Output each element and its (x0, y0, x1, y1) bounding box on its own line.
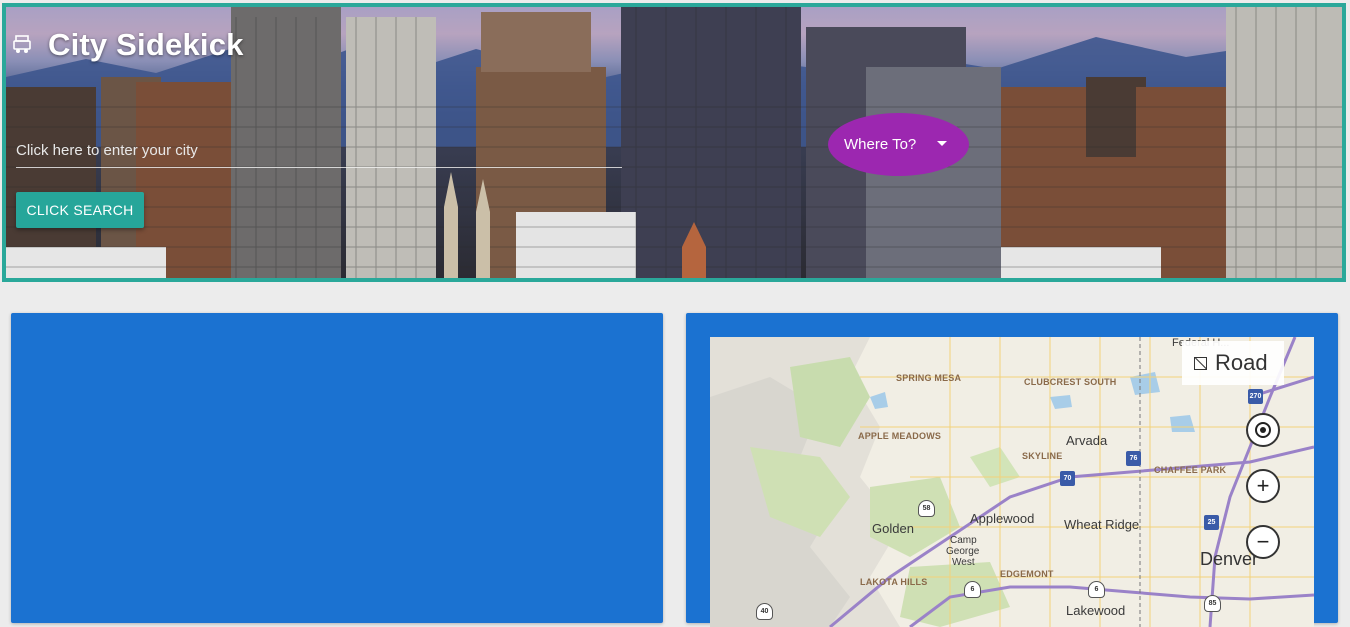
map[interactable]: SPRING MESA CLUBCREST SOUTH APPLE MEADOW… (710, 337, 1314, 627)
locate-me-button[interactable] (1246, 413, 1280, 447)
highway-shield: 40 (756, 603, 773, 620)
map-label: EDGEMONT (1000, 569, 1054, 579)
zoom-in-button[interactable]: + (1246, 469, 1280, 503)
map-label: Golden (872, 521, 914, 536)
map-style-road-button[interactable]: Road (1182, 341, 1284, 385)
highway-shield: 6 (1088, 581, 1105, 598)
map-label: West (952, 557, 975, 568)
map-label: CHAFFEE PARK (1154, 465, 1227, 475)
search-button[interactable]: CLICK SEARCH (16, 192, 144, 228)
map-label: George (946, 546, 980, 557)
map-label: SPRING MESA (896, 373, 962, 383)
map-style-label: Road (1215, 350, 1268, 375)
where-to-label: Where To? (844, 136, 917, 153)
map-label: APPLE MEADOWS (858, 431, 942, 441)
caret-down-icon (937, 141, 947, 146)
brand: City Sidekick (12, 27, 244, 63)
where-to-dropdown[interactable]: Where To? (828, 113, 969, 176)
results-panel (11, 313, 663, 623)
city-search-input[interactable] (16, 133, 622, 168)
hero-banner: City Sidekick CLICK SEARCH Where To? (2, 3, 1346, 282)
car-icon (13, 35, 31, 53)
map-label: SKYLINE (1022, 451, 1063, 461)
map-label: CLUBCREST SOUTH (1024, 377, 1117, 387)
highway-shield: 270 (1248, 389, 1263, 404)
app-title: City Sidekick (48, 27, 244, 62)
map-panel: SPRING MESA CLUBCREST SOUTH APPLE MEADOW… (686, 313, 1338, 627)
map-label: Camp (950, 535, 977, 546)
highway-shield: 6 (964, 581, 981, 598)
highway-shield: 70 (1060, 471, 1075, 486)
zoom-out-button[interactable]: − (1246, 525, 1280, 559)
map-label: Applewood (970, 511, 1035, 526)
minus-icon: − (1256, 529, 1270, 554)
highway-shield: 25 (1204, 515, 1219, 530)
map-label: Wheat Ridge (1064, 517, 1140, 532)
highway-shield: 85 (1204, 595, 1221, 612)
map-label: LAKOTA HILLS (860, 577, 928, 587)
locate-icon (1255, 422, 1271, 438)
plus-icon: + (1256, 473, 1270, 498)
highway-shield: 76 (1126, 451, 1141, 466)
map-label: Arvada (1066, 433, 1108, 448)
highway-shield: 58 (918, 500, 935, 517)
map-style-icon (1194, 356, 1207, 370)
